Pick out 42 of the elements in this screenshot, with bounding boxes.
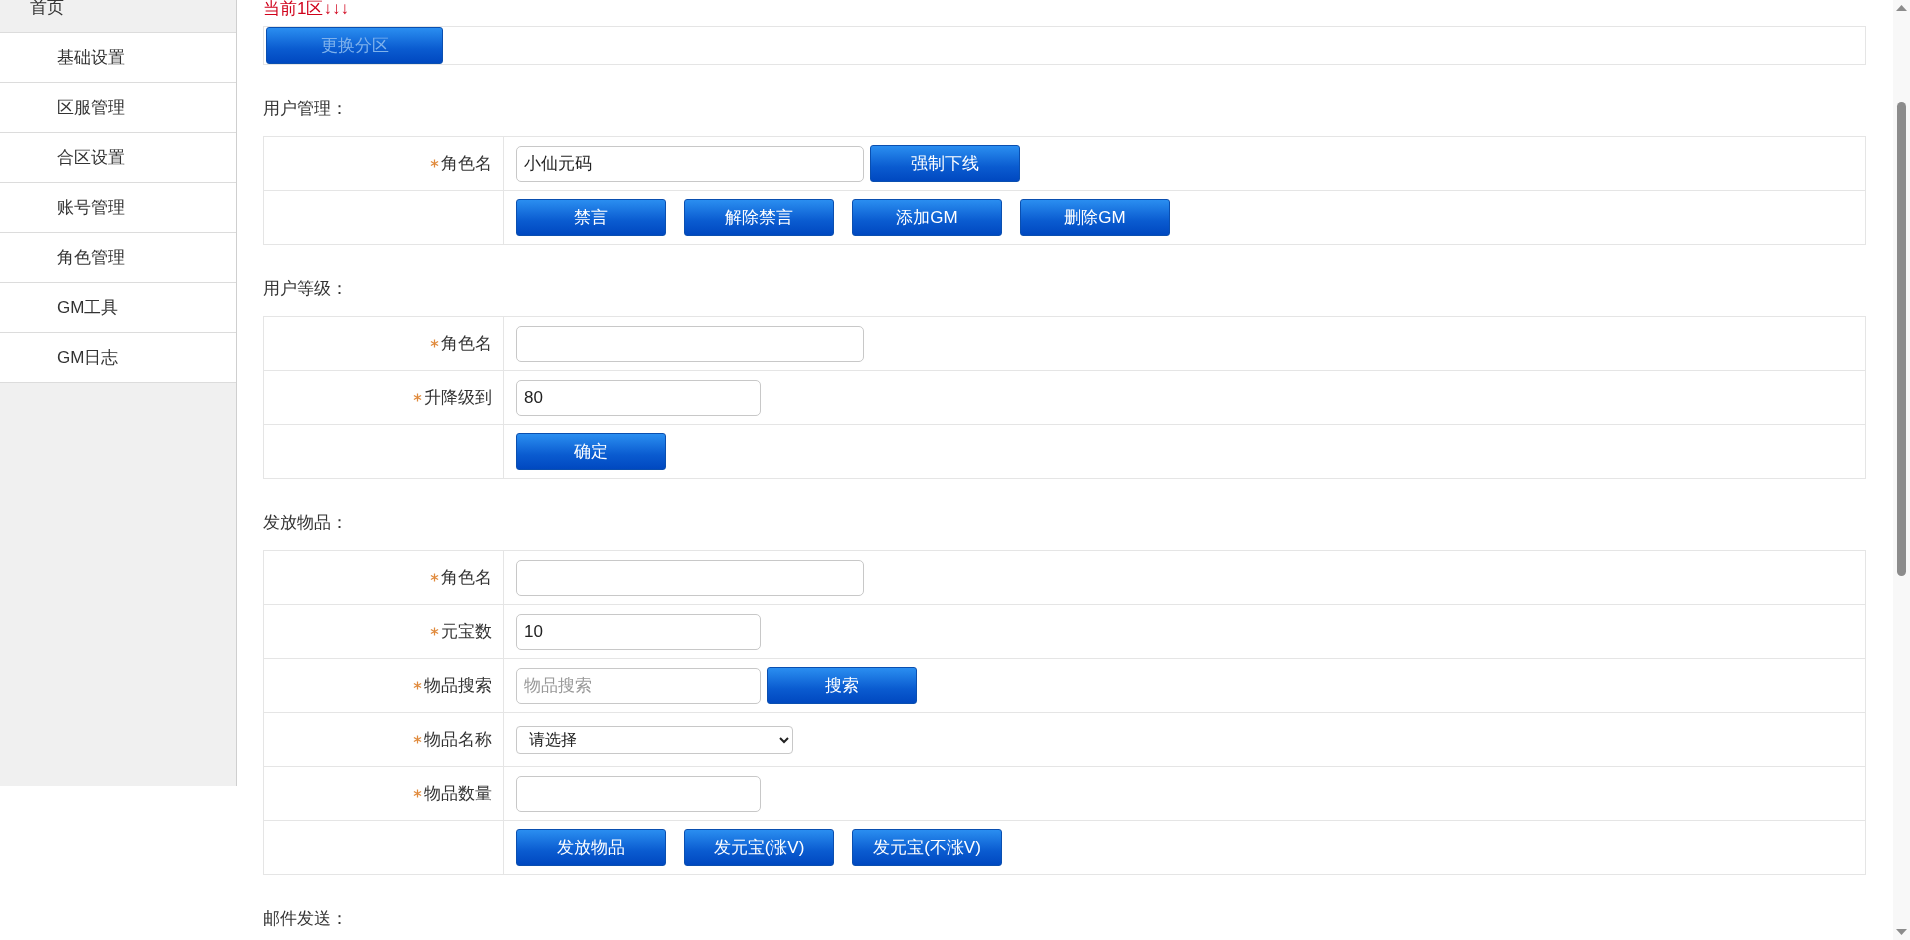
sidebar-item[interactable]: 区服管理 <box>0 83 236 133</box>
field-label: 物品搜索 <box>424 675 492 697</box>
field-label: 物品名称 <box>424 729 492 751</box>
field-label: 角色名 <box>441 567 492 589</box>
action-button[interactable]: 发放物品 <box>516 829 666 866</box>
input-field[interactable] <box>516 775 761 812</box>
action-button[interactable]: 解除禁言 <box>684 199 834 236</box>
input-field[interactable]: 小仙元码 <box>516 145 864 182</box>
action-button[interactable]: 禁言 <box>516 199 666 236</box>
sidebar-item[interactable]: 账号管理 <box>0 183 236 233</box>
field-label: 角色名 <box>441 333 492 355</box>
section-title: 发放物品： <box>263 512 348 533</box>
scroll-up-icon[interactable] <box>1896 5 1907 11</box>
action-button[interactable]: 删除GM <box>1020 199 1170 236</box>
field-label: 升降级到 <box>424 387 492 409</box>
section-title: 用户管理： <box>263 98 348 119</box>
scrollbar[interactable] <box>1893 0 1910 940</box>
action-button[interactable]: 确定 <box>516 433 666 470</box>
action-button[interactable]: 搜索 <box>767 667 917 704</box>
action-button[interactable]: 发元宝(不涨V) <box>852 829 1002 866</box>
dropdown[interactable]: 请选择 <box>516 725 793 754</box>
field-label: 角色名 <box>441 153 492 175</box>
action-button[interactable]: 添加GM <box>852 199 1002 236</box>
sidebar-item[interactable]: 合区设置 <box>0 133 236 183</box>
input-field[interactable] <box>516 559 864 596</box>
sidebar-item[interactable]: GM工具 <box>0 283 236 333</box>
current-zone-notice: 当前1区↓↓↓ <box>263 0 349 18</box>
scroll-down-icon[interactable] <box>1896 929 1907 935</box>
sidebar-item[interactable]: 基础设置 <box>0 33 236 83</box>
section-title: 用户等级： <box>263 278 348 299</box>
action-button[interactable]: 强制下线 <box>870 145 1020 182</box>
field-label: 元宝数 <box>441 621 492 643</box>
input-field[interactable]: 物品搜索 <box>516 667 761 704</box>
sidebar-item[interactable]: GM日志 <box>0 333 236 383</box>
input-field[interactable]: 80 <box>516 379 761 416</box>
field-label: 物品数量 <box>424 783 492 805</box>
scrollbar-thumb[interactable] <box>1897 102 1906 576</box>
input-field[interactable] <box>516 325 864 362</box>
sidebar-item[interactable]: 角色管理 <box>0 233 236 283</box>
input-field[interactable]: 10 <box>516 613 761 650</box>
action-button[interactable]: 发元宝(涨V) <box>684 829 834 866</box>
section-title: 邮件发送： <box>263 908 348 929</box>
